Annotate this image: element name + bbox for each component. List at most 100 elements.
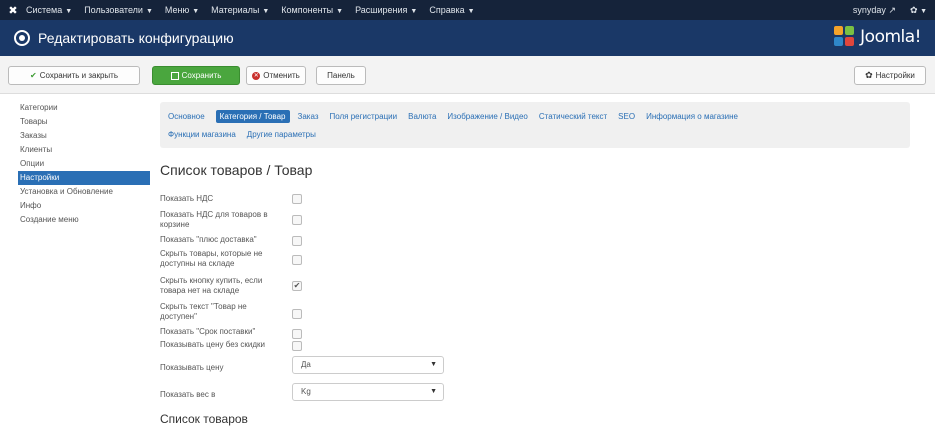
caret-down-icon: ▼ bbox=[336, 8, 344, 15]
weight-unit-select[interactable]: Kg ▼ bbox=[292, 383, 444, 401]
page-header: Редактировать конфигурацию Joomla! bbox=[0, 20, 935, 56]
gear-icon: ✿ bbox=[865, 70, 873, 80]
cancel-icon: ✕ bbox=[252, 71, 261, 80]
caret-down-icon: ▼ bbox=[262, 8, 270, 15]
caret-down-icon: ▼ bbox=[410, 8, 418, 15]
button-label: Сохранить и закрыть bbox=[39, 71, 119, 80]
site-name: synyday bbox=[852, 4, 886, 15]
caret-down-icon: ▼ bbox=[920, 7, 927, 15]
page-title: Редактировать конфигурацию bbox=[38, 30, 234, 46]
tab-static-text[interactable]: Статический текст bbox=[539, 112, 607, 121]
select-value: Kg bbox=[301, 387, 311, 396]
checkbox-hide-out-of-stock[interactable] bbox=[292, 255, 302, 265]
field-label: Показать НДС для товаров в корзине bbox=[160, 210, 268, 229]
sidebar-item-settings[interactable]: Настройки bbox=[18, 171, 150, 185]
menu-menus[interactable]: Меню ▼ bbox=[165, 5, 199, 15]
tab-image-video[interactable]: Изображение / Видео bbox=[447, 112, 527, 121]
caret-down-icon: ▼ bbox=[430, 361, 437, 368]
toolbar: ✔ Сохранить и закрыть Сохранить ✕ Отмени… bbox=[0, 56, 935, 94]
config-icon bbox=[14, 30, 30, 46]
config-tabs: Основное Категория / Товар Заказ Поля ре… bbox=[160, 102, 910, 148]
checkbox-plus-shipping[interactable] bbox=[292, 236, 302, 246]
topbar-right: synyday ↗ ✿ ▼ bbox=[853, 0, 927, 20]
checkbox-show-vat[interactable] bbox=[292, 194, 302, 204]
cancel-button[interactable]: ✕ Отменить bbox=[246, 66, 306, 85]
field-label: Показать вес в bbox=[160, 390, 216, 399]
sidebar-item-orders[interactable]: Заказы bbox=[18, 129, 150, 143]
menu-content[interactable]: Материалы ▼ bbox=[211, 5, 269, 15]
menu-users[interactable]: Пользователи ▼ bbox=[84, 5, 153, 15]
site-link[interactable]: synyday ↗ bbox=[853, 5, 896, 16]
menu-help[interactable]: Справка ▼ bbox=[429, 5, 474, 15]
tab-currency[interactable]: Валюта bbox=[408, 112, 436, 121]
button-label: Сохранить bbox=[181, 71, 222, 80]
sidebar-item-install-update[interactable]: Установка и Обновление bbox=[18, 185, 150, 199]
sidebar-item-categories[interactable]: Категории bbox=[18, 101, 150, 115]
field-label: Показывать цену без скидки bbox=[160, 340, 265, 349]
button-label: Настройки bbox=[875, 71, 915, 80]
edit-icon bbox=[170, 71, 179, 80]
field-label: Скрыть кнопку купить, если товара нет на… bbox=[160, 276, 263, 295]
top-menu: Система ▼ Пользователи ▼ Меню ▼ Материалы ▼ … bbox=[26, 5, 487, 15]
checkbox-show-vat-cart[interactable] bbox=[292, 215, 302, 225]
top-navbar: ✖ Система ▼ Пользователи ▼ Меню ▼ Материалы… bbox=[0, 0, 935, 20]
check-icon: ✔ bbox=[29, 71, 37, 80]
menu-system[interactable]: Система ▼ bbox=[26, 5, 72, 15]
menu-label: Меню bbox=[164, 5, 190, 15]
menu-label: Система bbox=[26, 5, 63, 15]
external-link-icon: ↗ bbox=[888, 4, 896, 15]
field-label: Показать "плюс доставка" bbox=[160, 235, 257, 244]
section-title-product-list: Список товаров / Товар bbox=[160, 162, 313, 178]
menu-extensions[interactable]: Расширения ▼ bbox=[355, 5, 417, 15]
caret-down-icon: ▼ bbox=[467, 8, 475, 15]
joomla-brand: Joomla! bbox=[834, 26, 921, 48]
tab-category-product[interactable]: Категория / Товар bbox=[215, 109, 290, 123]
section-title-list: Список товаров bbox=[160, 412, 248, 426]
button-label: Отменить bbox=[263, 71, 300, 80]
checkbox-hide-unavailable-text[interactable] bbox=[292, 309, 302, 319]
menu-components[interactable]: Компоненты ▼ bbox=[281, 5, 343, 15]
tab-other-params[interactable]: Другие параметры bbox=[247, 130, 316, 139]
checkbox-delivery-time[interactable] bbox=[292, 329, 302, 339]
tab-general[interactable]: Основное bbox=[168, 112, 205, 121]
joomla-wordmark: Joomla! bbox=[860, 27, 921, 47]
menu-label: Расширения bbox=[355, 5, 408, 15]
menu-label: Справка bbox=[429, 5, 465, 15]
menu-label: Пользователи bbox=[84, 5, 143, 15]
tab-shop-info[interactable]: Информация о магазине bbox=[646, 112, 738, 121]
panel-button[interactable]: Панель bbox=[316, 66, 366, 85]
tab-order[interactable]: Заказ bbox=[298, 112, 319, 121]
sidebar-item-create-menu[interactable]: Создание меню bbox=[18, 213, 150, 227]
save-and-close-button[interactable]: ✔ Сохранить и закрыть bbox=[8, 66, 140, 85]
user-menu[interactable]: ✿ ▼ bbox=[910, 5, 927, 16]
tab-registration-fields[interactable]: Поля регистрации bbox=[329, 112, 397, 121]
menu-label: Материалы bbox=[211, 5, 260, 15]
caret-down-icon: ▼ bbox=[65, 8, 73, 15]
menu-label: Компоненты bbox=[281, 5, 334, 15]
sidebar-item-options[interactable]: Опции bbox=[18, 157, 150, 171]
sidebar-item-clients[interactable]: Клиенты bbox=[18, 143, 150, 157]
joomla-mark-icon bbox=[834, 26, 856, 48]
tabs-row: Основное Категория / Товар Заказ Поля ре… bbox=[168, 107, 902, 125]
field-label: Скрыть текст "Товар не доступен" bbox=[160, 302, 247, 321]
show-price-select[interactable]: Да ▼ bbox=[292, 356, 444, 374]
sidebar-item-info[interactable]: Инфо bbox=[18, 199, 150, 213]
sidebar-item-products[interactable]: Товары bbox=[18, 115, 150, 129]
select-value: Да bbox=[301, 360, 311, 369]
checkbox-hide-buy-button[interactable]: ✔ bbox=[292, 281, 302, 291]
tabs-row: Функции магазина Другие параметры bbox=[168, 125, 902, 143]
checkbox-price-without-discount[interactable] bbox=[292, 341, 302, 351]
field-label: Показывать цену bbox=[160, 363, 224, 372]
settings-button[interactable]: ✿ Настройки bbox=[854, 66, 926, 85]
tab-seo[interactable]: SEO bbox=[618, 112, 635, 121]
field-label: Показать "Срок поставки" bbox=[160, 327, 256, 336]
caret-down-icon: ▼ bbox=[430, 388, 437, 395]
tab-shop-functions[interactable]: Функции магазина bbox=[168, 130, 236, 139]
caret-down-icon: ▼ bbox=[145, 8, 153, 15]
caret-down-icon: ▼ bbox=[192, 8, 200, 15]
joomla-logo-icon[interactable]: ✖ bbox=[0, 4, 26, 17]
save-button[interactable]: Сохранить bbox=[152, 66, 240, 85]
button-label: Панель bbox=[327, 71, 355, 80]
field-label: Показать НДС bbox=[160, 194, 214, 203]
sidebar: Категории Товары Заказы Клиенты Опции На… bbox=[18, 101, 150, 227]
